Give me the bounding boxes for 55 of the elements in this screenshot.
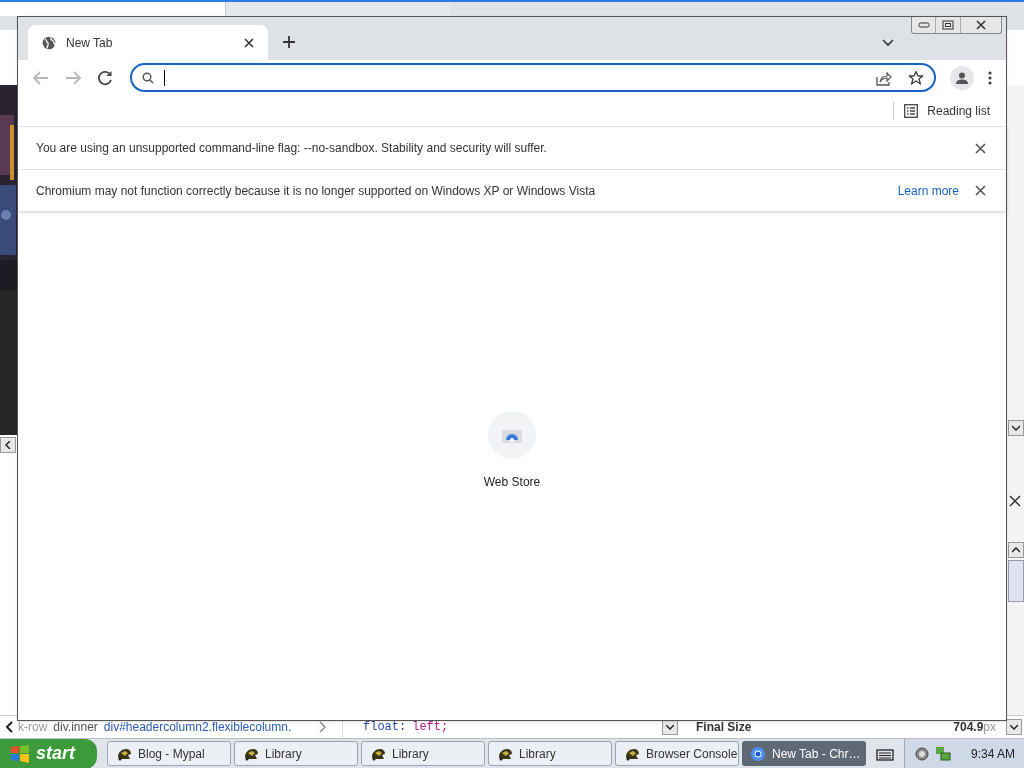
tab-search-icon[interactable] bbox=[882, 39, 894, 47]
web-store-icon[interactable] bbox=[488, 410, 536, 459]
close-icon[interactable] bbox=[975, 185, 986, 196]
close-icon[interactable] bbox=[244, 37, 254, 48]
dropdown-icon[interactable] bbox=[1006, 719, 1022, 735]
network-icon[interactable] bbox=[935, 745, 951, 762]
keyboard-icon[interactable] bbox=[876, 746, 894, 761]
css-property: float: bbox=[363, 719, 407, 736]
taskbar-button[interactable]: Blog - Mypal bbox=[107, 741, 231, 766]
scroll-left-icon bbox=[0, 437, 16, 453]
new-tab-icon[interactable] bbox=[282, 35, 296, 49]
close-icon[interactable] bbox=[1008, 494, 1022, 508]
app-icon bbox=[370, 746, 386, 761]
infobar-message: Chromium may not function correctly because it is no longer supported on Windows XP or Windows Vista bbox=[36, 182, 597, 200]
breadcrumb-forward-icon[interactable] bbox=[318, 721, 326, 733]
menu-icon[interactable] bbox=[988, 70, 992, 85]
chromium-icon bbox=[750, 745, 766, 762]
start-button[interactable]: start bbox=[0, 738, 97, 768]
reading-list-button[interactable]: Reading list bbox=[904, 101, 990, 120]
speaker-icon[interactable] bbox=[915, 746, 929, 761]
infobar-message: You are using an unsupported command-line flag: --no-sandbox. Stability and security will suffer. bbox=[36, 140, 548, 157]
share-icon[interactable] bbox=[876, 69, 892, 86]
clock[interactable]: 9:34 AM bbox=[971, 744, 1016, 763]
scroll-down-icon bbox=[1008, 420, 1024, 436]
globe-icon bbox=[42, 35, 56, 50]
breadcrumb-item[interactable]: div.inner bbox=[53, 718, 98, 736]
breadcrumb-back-icon[interactable] bbox=[6, 721, 14, 733]
taskbar-button[interactable]: Library bbox=[234, 741, 358, 766]
taskbar-button[interactable]: Library bbox=[361, 741, 485, 766]
taskbar-button[interactable]: New Tab - Chr… bbox=[742, 741, 866, 766]
app-icon bbox=[116, 746, 132, 761]
css-value: left; bbox=[412, 719, 449, 736]
scroll-up-icon bbox=[1008, 542, 1024, 558]
final-size-label: Final Size bbox=[696, 719, 752, 736]
profile-icon[interactable] bbox=[950, 65, 974, 90]
app-icon bbox=[243, 746, 259, 761]
star-icon[interactable] bbox=[908, 69, 924, 86]
breadcrumb-item[interactable]: div#headercolumn2.flexiblecolumn. bbox=[103, 718, 292, 736]
reload-icon[interactable] bbox=[96, 68, 114, 87]
list-icon bbox=[904, 103, 919, 118]
final-size-value: 704.9 bbox=[953, 719, 984, 736]
windows-logo-icon bbox=[10, 744, 30, 763]
taskbar-button[interactable]: Library bbox=[488, 741, 612, 766]
scroll-thumb[interactable] bbox=[1008, 560, 1024, 602]
final-size-unit: px bbox=[983, 719, 996, 736]
text-cursor bbox=[164, 69, 165, 86]
app-icon bbox=[624, 746, 640, 761]
search-icon bbox=[142, 71, 154, 84]
learn-more-link[interactable]: Learn more bbox=[897, 181, 959, 200]
browser-tab[interactable]: New Tab bbox=[28, 25, 268, 60]
close-icon[interactable] bbox=[975, 142, 986, 154]
shortcut-label[interactable]: Web Store bbox=[483, 472, 541, 491]
taskbar-button[interactable]: Browser Console bbox=[615, 741, 739, 766]
app-icon bbox=[497, 746, 513, 761]
address-bar[interactable] bbox=[130, 63, 936, 92]
